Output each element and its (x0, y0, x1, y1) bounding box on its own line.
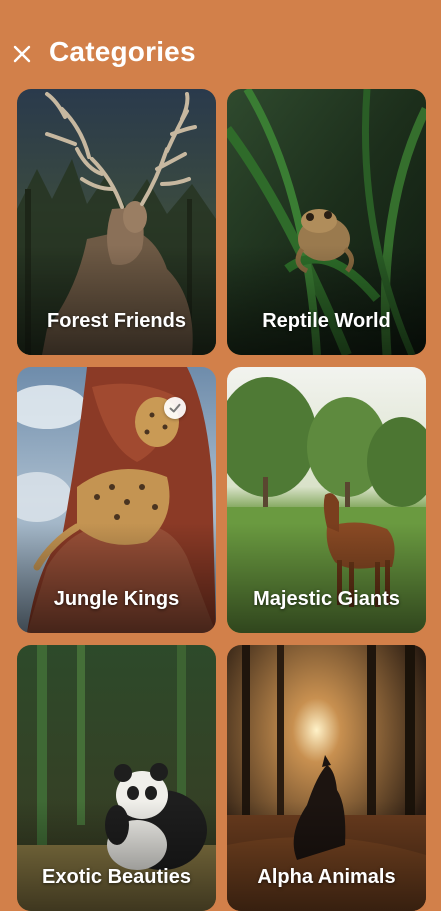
check-icon (169, 403, 181, 413)
category-label: Reptile World (262, 310, 391, 332)
category-label: Majestic Giants (253, 588, 400, 610)
selected-check-badge (164, 397, 186, 419)
category-grid: Forest Friends Reptile World Jungle King… (0, 0, 441, 911)
category-card-majestic-giants[interactable]: Majestic Giants (227, 367, 426, 633)
category-card-jungle-kings[interactable]: Jungle Kings (17, 367, 216, 633)
category-label: Forest Friends (47, 310, 186, 332)
category-label: Alpha Animals (257, 866, 396, 888)
category-card-forest-friends[interactable]: Forest Friends (17, 89, 216, 355)
category-label: Jungle Kings (53, 588, 180, 610)
category-card-alpha-animals[interactable]: Alpha Animals (227, 645, 426, 911)
category-card-reptile-world[interactable]: Reptile World (227, 89, 426, 355)
category-card-exotic-beauties[interactable]: Exotic Beauties (17, 645, 216, 911)
category-label: Exotic Beauties (42, 866, 191, 888)
